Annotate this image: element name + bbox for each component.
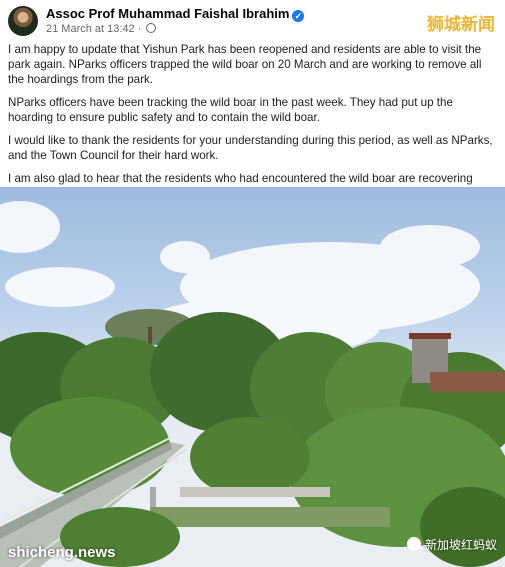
grass [150,507,390,527]
watermark-bottom-right-text: 新加坡红蚂蚁 [424,538,497,552]
globe-icon [146,23,157,33]
ground-path [180,487,330,497]
post-paragraph-1: I am happy to update that Yishun Park ha… [8,43,482,86]
watermark-bottom-left: shicheng.news [8,544,116,561]
watermark-top-right: 狮城新闻 [427,15,495,35]
verified-badge-icon: ✓ [292,10,305,22]
post-timestamp[interactable]: 21 March at 13:42 · [46,23,141,35]
post-header: Assoc Prof Muhammad Faishal Ibrahim ✓ 21 … [0,0,505,40]
building-roof [430,372,505,392]
post-photo[interactable]: shicheng.news 新加坡红蚂蚁 [0,187,505,567]
post-paragraph-3: I would like to thank the residents for … [8,134,493,162]
author-name-row: Assoc Prof Muhammad Faishal Ibrahim ✓ [46,6,305,22]
author-name[interactable]: Assoc Prof Muhammad Faishal Ibrahim [46,6,289,21]
post-meta: 21 March at 13:42 · [46,23,157,35]
wechat-icon [406,537,421,551]
post-text: I am happy to update that Yishun Park ha… [8,42,497,209]
watermark-bottom-right: 新加坡红蚂蚁 [406,536,497,553]
author-avatar[interactable] [8,6,38,36]
park-scene-illustration [0,201,505,567]
post-paragraph-2: NParks officers have been tracking the w… [8,96,453,124]
